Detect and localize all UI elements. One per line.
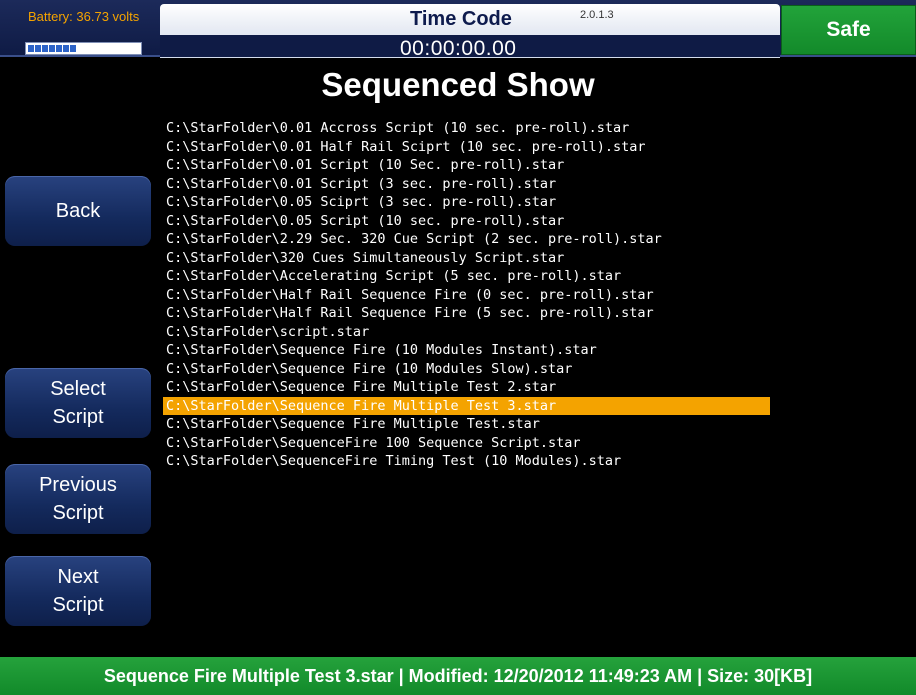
script-file-item[interactable]: C:\StarFolder\0.05 Script (10 sec. pre-r… [163, 212, 770, 231]
script-file-item[interactable]: C:\StarFolder\Sequence Fire Multiple Tes… [163, 396, 770, 415]
version-label: 2.0.1.3 [580, 9, 614, 21]
previous-script-button[interactable]: Previous Script [5, 464, 151, 534]
script-file-item[interactable]: C:\StarFolder\0.01 Accross Script (10 se… [163, 119, 770, 138]
battery-voltage: Battery: 36.73 volts [28, 9, 140, 24]
script-file-item[interactable]: C:\StarFolder\SequenceFire 100 Sequence … [163, 434, 770, 453]
script-file-item[interactable]: C:\StarFolder\320 Cues Simultaneously Sc… [163, 249, 770, 268]
script-file-item[interactable]: C:\StarFolder\0.01 Half Rail Sciprt (10 … [163, 138, 770, 157]
next-script-button[interactable]: Next Script [5, 556, 151, 626]
script-file-item[interactable]: C:\StarFolder\Half Rail Sequence Fire (0… [163, 286, 770, 305]
script-file-item[interactable]: C:\StarFolder\Sequence Fire (10 Modules … [163, 341, 770, 360]
script-file-item[interactable]: C:\StarFolder\Sequence Fire Multiple Tes… [163, 378, 770, 397]
battery-level-bar [25, 42, 142, 55]
script-file-item[interactable]: C:\StarFolder\2.29 Sec. 320 Cue Script (… [163, 230, 770, 249]
safe-status-button[interactable]: Safe [781, 5, 916, 55]
battery-level-fill [28, 45, 77, 52]
script-file-item[interactable]: C:\StarFolder\Half Rail Sequence Fire (5… [163, 304, 770, 323]
script-file-list: C:\StarFolder\0.01 Accross Script (10 se… [163, 119, 770, 471]
script-file-item[interactable]: C:\StarFolder\SequenceFire Timing Test (… [163, 452, 770, 471]
script-file-item[interactable]: C:\StarFolder\Sequence Fire Multiple Tes… [163, 415, 770, 434]
select-script-button[interactable]: Select Script [5, 368, 151, 438]
script-file-item[interactable]: C:\StarFolder\0.05 Sciprt (3 sec. pre-ro… [163, 193, 770, 212]
script-file-item[interactable]: C:\StarFolder\0.01 Script (3 sec. pre-ro… [163, 175, 770, 194]
script-file-item[interactable]: C:\StarFolder\Accelerating Script (5 sec… [163, 267, 770, 286]
script-file-item[interactable]: C:\StarFolder\0.01 Script (10 Sec. pre-r… [163, 156, 770, 175]
timecode-value: 00:00:00.00 [400, 37, 517, 60]
script-file-item[interactable]: C:\StarFolder\script.star [163, 323, 770, 342]
status-bar: Sequence Fire Multiple Test 3.star | Mod… [0, 657, 916, 695]
back-button[interactable]: Back [5, 176, 151, 246]
script-file-item[interactable]: C:\StarFolder\Sequence Fire (10 Modules … [163, 360, 770, 379]
page-title: Sequenced Show [321, 66, 595, 103]
timecode-label: Time Code [410, 8, 512, 30]
